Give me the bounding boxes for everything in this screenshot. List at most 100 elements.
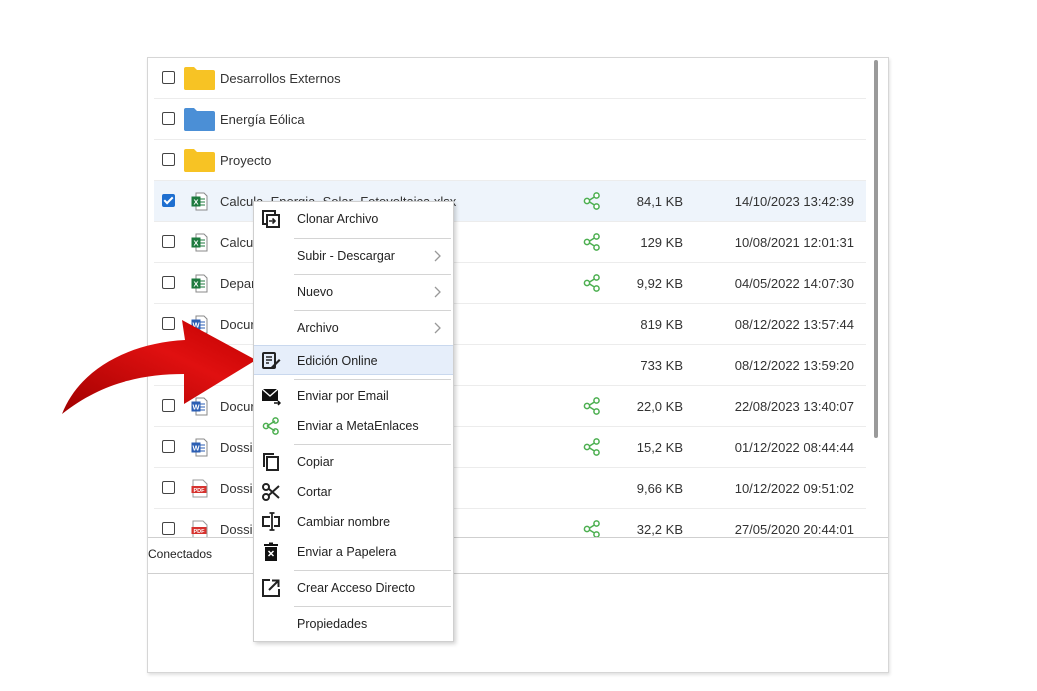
file-date: 04/05/2022 14:07:30	[734, 276, 854, 291]
folder-icon	[184, 67, 215, 90]
file-name: Dossi	[220, 481, 253, 496]
menu-item-enviar-papelera[interactable]: Enviar a Papelera	[254, 537, 453, 567]
menu-separator	[294, 379, 451, 380]
excel-file-icon: X	[191, 274, 208, 293]
menu-item-nuevo[interactable]: Nuevo	[254, 277, 453, 307]
file-name: Proyecto	[220, 153, 272, 168]
row-checkbox[interactable]	[162, 522, 175, 535]
chevron-right-icon	[434, 286, 441, 298]
file-size: 819 KB	[640, 317, 683, 332]
file-date: 08/12/2022 13:59:20	[734, 358, 854, 373]
file-date: 01/12/2022 08:44:44	[734, 440, 854, 455]
row-checkbox[interactable]	[162, 194, 175, 207]
file-size: 22,0 KB	[636, 399, 683, 414]
menu-item-clonar-archivo[interactable]: Clonar Archivo	[254, 204, 453, 234]
menu-item-label: Edición Online	[297, 354, 378, 368]
svg-text:X: X	[193, 198, 198, 207]
menu-item-label: Subir - Descargar	[297, 249, 395, 263]
menu-separator	[294, 570, 451, 571]
row-checkbox[interactable]	[162, 481, 175, 494]
vertical-scrollbar[interactable]	[874, 60, 878, 438]
chevron-right-icon	[434, 322, 441, 334]
folder-row[interactable]: Energía Eólica	[154, 99, 866, 140]
red-arrow-icon	[62, 320, 256, 414]
file-size: 15,2 KB	[636, 440, 683, 455]
menu-separator	[294, 238, 451, 239]
folder-row[interactable]: Proyecto	[154, 140, 866, 181]
row-checkbox[interactable]	[162, 71, 175, 84]
row-checkbox[interactable]	[162, 276, 175, 289]
menu-item-label: Copiar	[297, 455, 334, 469]
file-date: 27/05/2020 20:44:01	[734, 522, 854, 537]
share-icon	[262, 417, 279, 435]
row-checkbox[interactable]	[162, 153, 175, 166]
file-date: 08/12/2022 13:57:44	[734, 317, 854, 332]
menu-item-label: Enviar por Email	[297, 389, 389, 403]
menu-item-cortar[interactable]: Cortar	[254, 477, 453, 507]
menu-separator	[294, 606, 451, 607]
file-name: Dossi	[220, 522, 253, 537]
trash-icon	[264, 542, 278, 561]
share-icon[interactable]	[582, 396, 602, 416]
folder-icon	[184, 108, 215, 131]
scissors-icon	[262, 483, 280, 501]
menu-item-label: Clonar Archivo	[297, 212, 379, 226]
menu-item-subir-descargar[interactable]: Subir - Descargar	[254, 241, 453, 271]
status-label: Conectados	[148, 547, 213, 561]
file-name: Desarrollos Externos	[220, 71, 341, 86]
clone-icon	[262, 210, 280, 228]
menu-item-cambiar-nombre[interactable]: Cambiar nombre	[254, 507, 453, 537]
file-size: 9,92 KB	[636, 276, 683, 291]
menu-item-label: Cambiar nombre	[297, 515, 391, 529]
menu-item-propiedades[interactable]: Propiedades	[254, 609, 453, 639]
menu-item-crear-acceso-directo[interactable]: Crear Acceso Directo	[254, 573, 453, 603]
file-date: 14/10/2023 13:42:39	[734, 194, 854, 209]
row-checkbox[interactable]	[162, 235, 175, 248]
edit-document-icon	[262, 352, 281, 369]
shortcut-icon	[262, 579, 280, 597]
file-name: Energía Eólica	[220, 112, 305, 127]
menu-item-archivo[interactable]: Archivo	[254, 313, 453, 343]
menu-item-label: Enviar a Papelera	[297, 545, 397, 559]
menu-item-label: Cortar	[297, 485, 332, 499]
share-icon[interactable]	[582, 273, 602, 293]
menu-item-enviar-email[interactable]: Enviar por Email	[254, 381, 453, 411]
file-size: 84,1 KB	[636, 194, 683, 209]
file-date: 10/12/2022 09:51:02	[734, 481, 854, 496]
row-checkbox[interactable]	[162, 440, 175, 453]
menu-item-label: Nuevo	[297, 285, 334, 299]
svg-text:PDF: PDF	[194, 488, 206, 494]
file-name: Dossi	[220, 440, 253, 455]
chevron-right-icon	[434, 250, 441, 262]
pdf-file-icon: PDF	[191, 479, 208, 498]
menu-item-edicion-online[interactable]: Edición Online	[254, 345, 453, 375]
file-size: 32,2 KB	[636, 522, 683, 537]
menu-item-enviar-metaenlaces[interactable]: Enviar a MetaEnlaces	[254, 411, 453, 441]
row-checkbox[interactable]	[162, 112, 175, 125]
file-size: 9,66 KB	[636, 481, 683, 496]
word-file-icon: W	[191, 438, 208, 457]
excel-file-icon: X	[191, 233, 208, 252]
excel-file-icon: X	[191, 192, 208, 211]
menu-separator	[294, 444, 451, 445]
file-size: 733 KB	[640, 358, 683, 373]
menu-separator	[294, 274, 451, 275]
email-icon	[261, 388, 281, 406]
share-icon[interactable]	[582, 519, 602, 538]
share-icon[interactable]	[582, 437, 602, 457]
folder-row[interactable]: Desarrollos Externos	[154, 58, 866, 99]
menu-item-copiar[interactable]: Copiar	[254, 447, 453, 477]
share-icon[interactable]	[582, 232, 602, 252]
menu-item-label: Propiedades	[297, 617, 368, 631]
copy-icon	[263, 453, 279, 471]
menu-separator	[294, 310, 451, 311]
svg-text:X: X	[193, 280, 198, 289]
file-name: Depar	[220, 276, 256, 291]
rename-icon	[262, 512, 280, 531]
pdf-file-icon: PDF	[191, 520, 208, 538]
svg-text:PDF: PDF	[194, 529, 206, 535]
svg-text:W: W	[192, 444, 200, 453]
menu-item-label: Enviar a MetaEnlaces	[297, 419, 419, 433]
share-icon[interactable]	[582, 191, 602, 211]
file-size: 129 KB	[640, 235, 683, 250]
